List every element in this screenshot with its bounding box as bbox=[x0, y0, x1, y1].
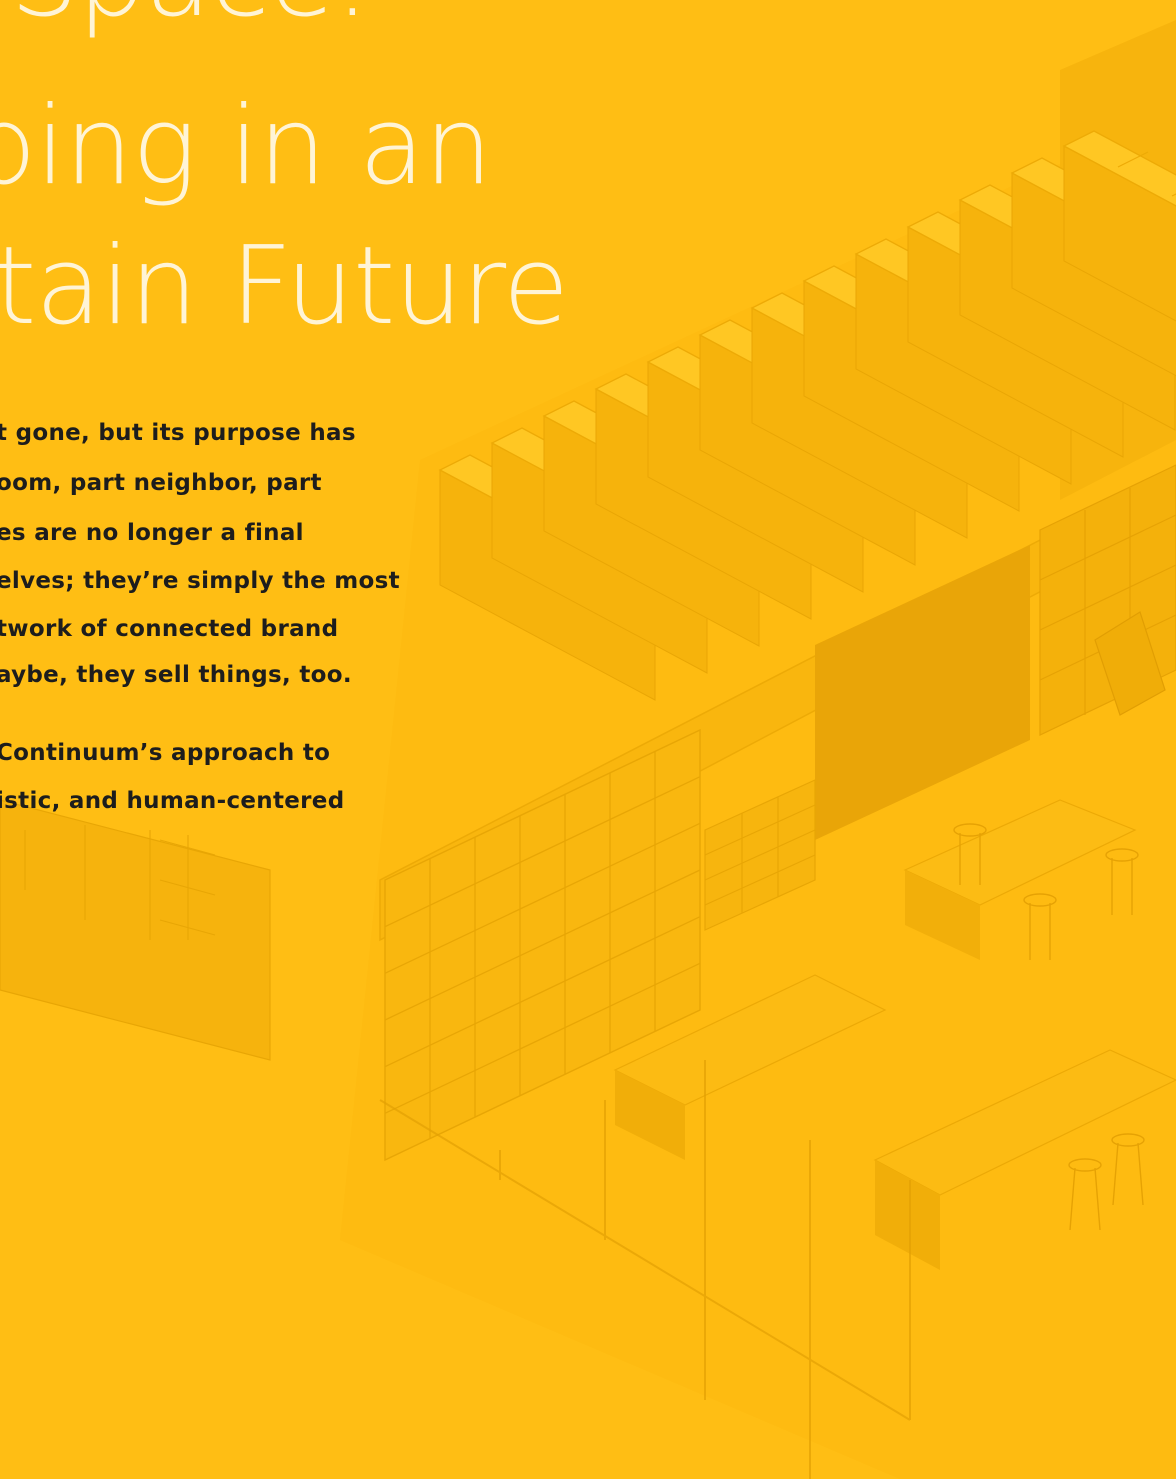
paragraph-1-line-1: t gone, but its purpose has bbox=[0, 420, 356, 446]
paragraph-1-line-2: oom, part neighbor, part bbox=[0, 470, 322, 496]
paragraph-2-line-1: Continuum’s approach to bbox=[0, 740, 331, 766]
body-text: t gone, but its purpose has oom, part ne… bbox=[0, 0, 1176, 900]
paragraph-1-line-4: elves; they’re simply the most bbox=[0, 568, 400, 594]
paragraph-1-line-6: aybe, they sell things, too. bbox=[0, 662, 352, 688]
paragraph-1-line-5: twork of connected brand bbox=[0, 616, 339, 642]
page: Space: ping in an tain Future t gone, bu… bbox=[0, 0, 1176, 1479]
paragraph-2-line-2: istic, and human-centered bbox=[0, 788, 345, 814]
paragraph-1-line-3: es are no longer a final bbox=[0, 520, 304, 546]
